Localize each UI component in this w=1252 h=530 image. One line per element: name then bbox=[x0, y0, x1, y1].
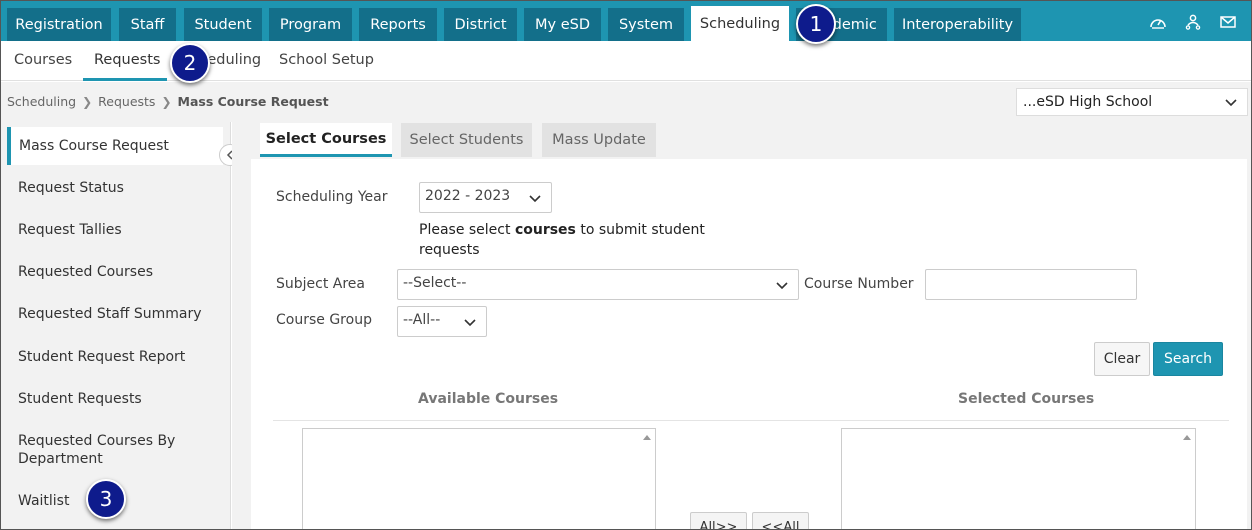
course-number-input[interactable] bbox=[925, 269, 1137, 300]
top-tab-interoperability[interactable]: Interoperability bbox=[894, 8, 1021, 41]
top-tab-student[interactable]: Student bbox=[184, 8, 262, 41]
top-tab-district[interactable]: District bbox=[444, 8, 517, 41]
breadcrumb-current: Mass Course Request bbox=[177, 94, 329, 109]
callout-marker-3: 3 bbox=[86, 479, 126, 519]
top-tab-staff[interactable]: Staff bbox=[119, 8, 176, 41]
chevron-down-icon bbox=[1225, 95, 1237, 111]
chevron-down-icon bbox=[529, 191, 541, 207]
clear-button[interactable]: Clear bbox=[1094, 342, 1150, 376]
chevron-right-icon: ❯ bbox=[82, 94, 93, 109]
subject-area-select[interactable]: --Select-- bbox=[397, 269, 799, 300]
breadcrumb-item-scheduling[interactable]: Scheduling bbox=[7, 94, 76, 109]
chevron-right-icon: ❯ bbox=[161, 94, 172, 109]
tab-mass-update[interactable]: Mass Update bbox=[542, 123, 656, 157]
school-select[interactable]: ...eSD High School bbox=[1016, 88, 1248, 116]
scroll-up-icon[interactable] bbox=[643, 435, 651, 440]
top-icons bbox=[1149, 14, 1237, 34]
tab-select-students[interactable]: Select Students bbox=[401, 123, 532, 157]
available-courses-list[interactable] bbox=[302, 428, 656, 529]
sub-tab-courses[interactable]: Courses bbox=[14, 52, 72, 68]
subject-area-label: Subject Area bbox=[276, 276, 366, 292]
instruction-note: Please select courses to submit student … bbox=[419, 222, 705, 258]
top-tab-registration[interactable]: Registration bbox=[7, 8, 111, 41]
chevron-down-icon bbox=[464, 315, 476, 331]
mail-icon[interactable] bbox=[1219, 14, 1237, 34]
sidebar-item-request-status[interactable]: Request Status bbox=[7, 179, 223, 197]
sidebar-item-mass-course-request[interactable]: Mass Course Request bbox=[7, 127, 223, 165]
top-tab-system[interactable]: System bbox=[608, 8, 684, 41]
sub-tab-school-setup[interactable]: School Setup bbox=[279, 52, 374, 68]
scheduling-year-value: 2022 - 2023 bbox=[425, 188, 511, 204]
available-courses-heading: Available Courses bbox=[418, 391, 559, 407]
active-sub-tab-indicator bbox=[83, 78, 167, 81]
scheduling-year-select[interactable]: 2022 - 2023 bbox=[419, 182, 552, 213]
top-tab-my-esd[interactable]: My eSD bbox=[524, 8, 601, 41]
scroll-up-icon[interactable] bbox=[1183, 435, 1191, 440]
user-network-icon[interactable] bbox=[1184, 14, 1202, 34]
chevron-down-icon bbox=[776, 278, 788, 294]
search-button[interactable]: Search bbox=[1153, 342, 1223, 376]
subject-area-value: --Select-- bbox=[403, 275, 467, 291]
top-tab-reports[interactable]: Reports bbox=[359, 8, 437, 41]
scheduling-year-label: Scheduling Year bbox=[276, 189, 388, 205]
move-all-left-button[interactable]: <<All bbox=[752, 512, 809, 529]
app-frame: Registration Staff Student Program Repor… bbox=[0, 0, 1252, 530]
callout-marker-2: 2 bbox=[170, 43, 210, 83]
sidebar-item-student-request-report[interactable]: Student Request Report bbox=[7, 348, 223, 366]
top-tab-scheduling[interactable]: Scheduling bbox=[691, 6, 789, 41]
sidebar-item-requested-courses-by-department[interactable]: Requested Courses By Department bbox=[7, 432, 187, 468]
callout-marker-1: 1 bbox=[796, 4, 836, 44]
sidebar-item-student-requests[interactable]: Student Requests bbox=[7, 390, 223, 408]
dashboard-icon[interactable] bbox=[1149, 14, 1167, 34]
breadcrumb-item-requests[interactable]: Requests bbox=[98, 94, 155, 109]
top-tab-program[interactable]: Program bbox=[269, 8, 352, 41]
top-nav: Registration Staff Student Program Repor… bbox=[1, 1, 1251, 41]
divider bbox=[273, 420, 1229, 421]
selected-courses-list[interactable] bbox=[841, 428, 1196, 529]
course-group-select[interactable]: --All-- bbox=[397, 306, 487, 337]
tab-select-courses[interactable]: Select Courses bbox=[260, 123, 392, 157]
sub-tab-requests[interactable]: Requests bbox=[94, 52, 160, 68]
school-select-value: ...eSD High School bbox=[1023, 94, 1153, 110]
sidebar-item-requested-courses[interactable]: Requested Courses bbox=[7, 263, 223, 281]
course-group-label: Course Group bbox=[276, 312, 372, 328]
breadcrumb: Scheduling ❯ Requests ❯ Mass Course Requ… bbox=[7, 94, 329, 109]
sidebar-item-request-tallies[interactable]: Request Tallies bbox=[7, 221, 223, 239]
move-all-right-button[interactable]: All>> bbox=[690, 512, 747, 529]
course-group-value: --All-- bbox=[403, 312, 441, 328]
selected-courses-heading: Selected Courses bbox=[958, 391, 1095, 407]
course-number-label: Course Number bbox=[804, 276, 914, 292]
sidebar-item-requested-staff-summary[interactable]: Requested Staff Summary bbox=[7, 305, 223, 323]
